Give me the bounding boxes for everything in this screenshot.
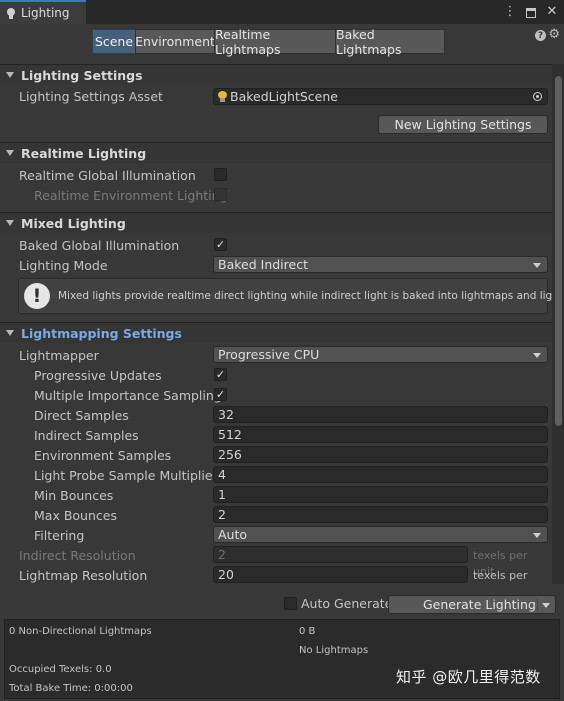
progressive-updates-label: Progressive Updates [34, 368, 162, 383]
help-icon[interactable]: ? [535, 30, 546, 41]
object-picker-icon[interactable] [533, 92, 542, 101]
indirect-resolution-field[interactable]: 2 [213, 546, 468, 563]
no-lightmaps-text: No Lightmaps [299, 645, 369, 656]
indirect-samples-label: Indirect Samples [34, 428, 139, 443]
section-title: Lightmapping Settings [21, 325, 182, 341]
vertical-scrollbar[interactable] [552, 64, 564, 584]
lighting-asset-icon [218, 91, 227, 102]
total-bake-time: Total Bake Time: 0:00:00 [9, 683, 133, 694]
section-mixed-lighting[interactable]: Mixed Lighting [0, 212, 552, 233]
lightmap-count: 0 Non-Directional Lightmaps [9, 626, 152, 637]
auto-generate-label: Auto Generate [301, 596, 393, 611]
tab-lighting-label: Lighting [21, 6, 70, 20]
lightmapper-value: Progressive CPU [218, 347, 320, 362]
auto-generate-checkbox[interactable] [284, 597, 297, 610]
asset-label: Lighting Settings Asset [19, 89, 163, 104]
realtime-env-checkbox[interactable] [214, 188, 227, 201]
filtering-label: Filtering [34, 528, 85, 543]
lightmap-resolution-label: Lightmap Resolution [19, 568, 148, 583]
helpbox-text: Mixed lights provide realtime direct lig… [58, 290, 552, 302]
window-controls: ⋮ ✕ [504, 3, 558, 19]
foldout-arrow-icon [6, 150, 14, 156]
chevron-down-icon[interactable] [542, 603, 550, 608]
rgi-checkbox[interactable] [214, 168, 227, 181]
min-bounces-label: Min Bounces [34, 488, 114, 503]
lighting-window: Lighting ⋮ ✕ Scene Environment Realtime … [0, 0, 564, 701]
bgi-label: Baked Global Illumination [19, 238, 180, 253]
lightmapper-dropdown[interactable]: Progressive CPU [213, 346, 548, 363]
lightmap-size: 0 B [299, 626, 316, 637]
section-lightmapping-settings[interactable]: Lightmapping Settings [0, 322, 552, 343]
indirect-samples-field[interactable]: 512 [213, 426, 548, 443]
probe-multiplier-label: Light Probe Sample Multiplier [34, 468, 218, 483]
lighting-mode-dropdown[interactable]: Baked Indirect [213, 256, 548, 273]
foldout-arrow-icon [6, 330, 14, 336]
mis-label: Multiple Importance Sampling [34, 388, 222, 403]
section-lighting-settings[interactable]: Lighting Settings [0, 64, 552, 85]
probe-multiplier-field[interactable]: 4 [213, 466, 548, 483]
environment-samples-label: Environment Samples [34, 448, 172, 463]
new-lighting-settings-button[interactable]: New Lighting Settings [378, 115, 548, 134]
generate-lighting-button[interactable]: Generate Lighting [388, 595, 556, 614]
lightmap-resolution-field[interactable]: 20 [213, 566, 468, 583]
gear-icon[interactable]: ⚙ [548, 27, 560, 42]
tab-scene[interactable]: Scene [92, 29, 136, 54]
asset-value: BakedLightScene [230, 89, 338, 104]
generate-row: Auto Generate Generate Lighting [0, 592, 564, 616]
progressive-updates-checkbox[interactable]: ✓ [214, 368, 227, 381]
max-bounces-field[interactable]: 2 [213, 506, 548, 523]
close-icon[interactable]: ✕ [546, 3, 558, 19]
indirect-resolution-label: Indirect Resolution [19, 548, 136, 563]
foldout-arrow-icon [6, 220, 14, 226]
lighting-mode-label: Lighting Mode [19, 258, 108, 273]
min-bounces-field[interactable]: 1 [213, 486, 548, 503]
warning-icon: ! [24, 283, 50, 309]
filtering-value: Auto [218, 527, 248, 542]
lighting-asset-field[interactable]: BakedLightScene [213, 88, 548, 105]
filtering-dropdown[interactable]: Auto [213, 526, 548, 543]
section-realtime-lighting[interactable]: Realtime Lighting [0, 142, 552, 163]
lightmapper-label: Lightmapper [19, 348, 99, 363]
lightmap-resolution-unit: texels per unit [473, 569, 528, 582]
tab-baked-lightmaps[interactable]: Baked Lightmaps [335, 27, 445, 57]
tab-realtime-lightmaps[interactable]: Realtime Lightmaps [214, 27, 336, 57]
watermark: 知乎 @欧几里得范数 [396, 668, 541, 686]
maximize-icon[interactable] [525, 3, 537, 19]
environment-samples-field[interactable]: 256 [213, 446, 548, 463]
toolbar: Scene Environment Realtime Lightmaps Bak… [0, 24, 564, 64]
direct-samples-label: Direct Samples [34, 408, 129, 423]
mixed-lighting-helpbox: ! Mixed lights provide realtime direct l… [18, 278, 552, 314]
bgi-checkbox[interactable]: ✓ [214, 238, 227, 251]
lighting-tab-group: Scene Environment Realtime Lightmaps Bak… [92, 27, 445, 57]
scrollbar-thumb[interactable] [555, 76, 562, 426]
kebab-menu-icon[interactable]: ⋮ [504, 3, 517, 19]
chevron-down-icon [533, 353, 541, 358]
rgi-label: Realtime Global Illumination [19, 168, 196, 183]
chevron-down-icon [533, 533, 541, 538]
section-title: Mixed Lighting [21, 215, 126, 231]
lighting-mode-value: Baked Indirect [218, 257, 308, 272]
lightmap-stats-panel: 0 Non-Directional Lightmaps 0 B No Light… [4, 619, 560, 699]
realtime-env-label: Realtime Environment Lighting [34, 188, 228, 203]
mis-checkbox[interactable]: ✓ [214, 388, 227, 401]
direct-samples-field[interactable]: 32 [213, 406, 548, 423]
inspector-content: Lighting Settings Lighting Settings Asse… [0, 64, 552, 584]
chevron-down-icon [533, 263, 541, 268]
max-bounces-label: Max Bounces [34, 508, 117, 523]
tab-environment[interactable]: Environment [135, 29, 215, 54]
section-title: Realtime Lighting [21, 145, 147, 161]
tab-lighting[interactable]: Lighting [0, 0, 86, 24]
lightbulb-icon [7, 7, 15, 19]
generate-lighting-label: Generate Lighting [423, 597, 536, 612]
section-title: Lighting Settings [21, 67, 143, 83]
foldout-arrow-icon [6, 72, 14, 78]
tab-strip: Lighting ⋮ ✕ [0, 0, 564, 24]
occupied-texels: Occupied Texels: 0.0 [9, 664, 112, 675]
